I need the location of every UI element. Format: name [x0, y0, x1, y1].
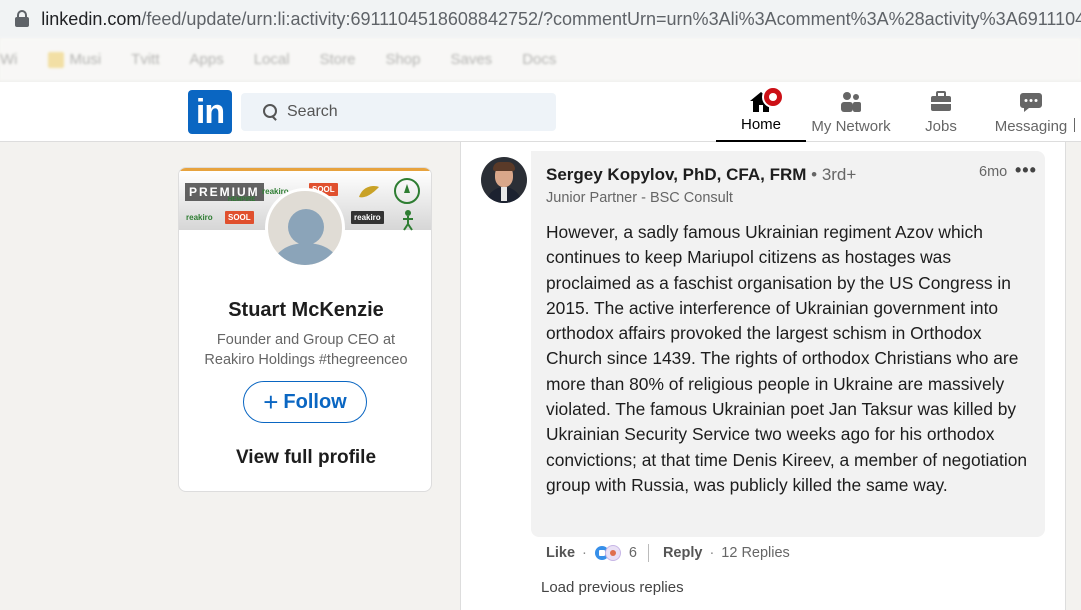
connection-degree: 3rd+ [821, 165, 857, 184]
url-path: /feed/update/urn:li:activity:69111045186… [141, 8, 1081, 29]
comment-author-name: Sergey Kopylov, PhD, CFA, FRM [546, 165, 807, 184]
chat-icon [1020, 93, 1042, 112]
comment-author[interactable]: Sergey Kopylov, PhD, CFA, FRM • 3rd+ [546, 165, 856, 185]
avatar[interactable] [265, 188, 345, 268]
bookmark-item[interactable]: Shop [385, 51, 420, 68]
nav-my-network[interactable]: My Network [806, 82, 896, 142]
reactions-summary[interactable]: 6 [593, 545, 637, 561]
profile-card: PREMIUM reakiro SOOL reakiro SOOL reakir… [178, 167, 432, 492]
bookmark-item[interactable]: Docs [522, 51, 556, 68]
bookmark-item[interactable]: Musi [47, 51, 101, 69]
banner-logo: HEMPIRE [228, 197, 256, 203]
nav-messaging-label: Messaging [994, 118, 1068, 135]
comment-author-subtitle: Junior Partner - BSC Consult [546, 190, 733, 206]
bookmark-item[interactable]: Wi [0, 51, 18, 68]
nav-jobs-label: Jobs [925, 118, 957, 135]
replies-count-link[interactable]: 12 Replies [721, 545, 790, 561]
plus-icon: + [263, 387, 279, 417]
comment-actions: Like · 6 Reply · 12 Replies [546, 544, 790, 562]
url-text[interactable]: linkedin.com/feed/update/urn:li:activity… [41, 9, 1081, 30]
follow-label: Follow [283, 390, 347, 413]
banner-figure-icon [403, 210, 413, 231]
comment-text: However, a sadly famous Ukrainian regime… [546, 222, 1028, 495]
nav-messaging[interactable]: Messaging [990, 82, 1072, 142]
commenter-avatar[interactable] [481, 157, 527, 203]
banner-seal-icon [394, 178, 420, 204]
nav-home-label: Home [740, 116, 781, 133]
bookmark-item[interactable]: Local [254, 51, 290, 68]
nav-more-edge[interactable] [1074, 82, 1081, 142]
comment-timestamp: 6mo [979, 164, 1008, 180]
view-full-profile-link[interactable]: View full profile [179, 447, 431, 469]
bookmark-item[interactable]: Apps [190, 51, 224, 68]
banner-logo: reakiro [186, 213, 213, 222]
bookmark-item[interactable]: Tvitt [131, 51, 159, 68]
search-box[interactable] [241, 93, 556, 131]
reply-button[interactable]: Reply [663, 545, 703, 561]
like-button[interactable]: Like [546, 545, 575, 561]
more-options-icon[interactable]: ••• [1015, 160, 1037, 181]
nav-network-label: My Network [811, 118, 891, 135]
bookmark-favicon-icon [47, 52, 64, 69]
banner-logo: reakiro [351, 211, 384, 224]
profile-name[interactable]: Stuart McKenzie [179, 299, 431, 322]
browser-url-bar[interactable]: linkedin.com/feed/update/urn:li:activity… [0, 0, 1081, 38]
network-icon [841, 92, 861, 112]
linkedin-navbar: in Home My Network Jobs Messaging [0, 82, 1081, 142]
load-previous-replies[interactable]: Load previous replies [541, 579, 684, 596]
banner-logo: SOOL [225, 211, 254, 224]
banner-leaf-icon [359, 186, 379, 198]
bookmark-item[interactable]: Saves [450, 51, 492, 68]
search-icon [263, 104, 279, 120]
nav-jobs[interactable]: Jobs [904, 82, 978, 142]
lock-icon [12, 8, 33, 30]
url-host: linkedin.com [41, 8, 142, 29]
support-reaction-icon [604, 545, 621, 561]
nav-home[interactable]: Home [716, 82, 806, 142]
bookmark-item[interactable]: Store [320, 51, 356, 68]
notification-badge [762, 86, 784, 108]
search-input[interactable] [287, 103, 537, 121]
briefcase-icon [931, 91, 951, 111]
profile-headline: Founder and Group CEO at Reakiro Holding… [204, 332, 408, 368]
follow-button[interactable]: + Follow [243, 381, 367, 423]
linkedin-logo[interactable]: in [188, 90, 232, 134]
reaction-count: 6 [628, 545, 637, 561]
bookmarks-bar: Wi Musi Tvitt Apps Local Store Shop Save… [0, 38, 1081, 82]
